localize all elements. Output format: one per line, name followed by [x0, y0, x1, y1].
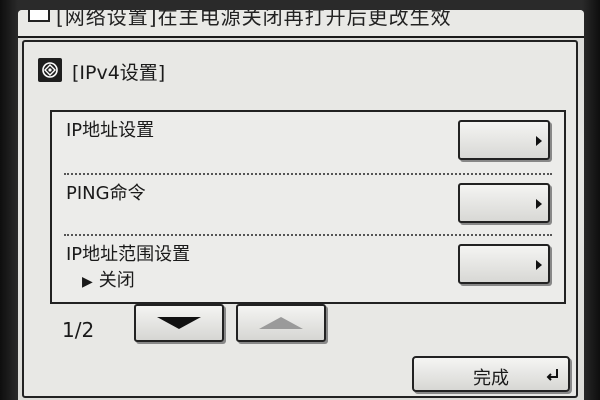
ip-address-settings-button[interactable] — [458, 120, 550, 160]
network-glyph — [42, 62, 58, 78]
notice-icon — [28, 10, 50, 22]
notice-bar: [网络设置]在主电源关闭再打开后更改生效 — [18, 10, 584, 38]
arrow-down-icon — [157, 317, 201, 329]
list-item-ping: PING命令 — [52, 175, 564, 235]
scroll-up-button[interactable] — [236, 304, 326, 342]
chevron-right-icon — [536, 260, 542, 270]
enter-icon — [546, 369, 558, 381]
page-title: [IPv4设置] — [72, 62, 166, 84]
ipv4-settings-panel: [IPv4设置] IP地址设置 PING命令 IP地址范围设置 ▶ 关闭 1/2… — [22, 40, 578, 398]
done-button[interactable]: 完成 — [412, 356, 570, 392]
settings-list: IP地址设置 PING命令 IP地址范围设置 ▶ 关闭 — [50, 110, 566, 304]
row-label: IP地址设置 — [66, 120, 155, 141]
row-label: PING命令 — [66, 183, 146, 204]
ping-command-button[interactable] — [458, 183, 550, 223]
network-settings-icon — [38, 58, 62, 82]
row-status: ▶ 关闭 — [82, 266, 135, 292]
triangle-right-icon: ▶ — [82, 274, 93, 290]
arrow-up-icon — [259, 317, 303, 329]
ip-range-settings-button[interactable] — [458, 244, 550, 284]
list-item-ip-address: IP地址设置 — [52, 112, 564, 172]
row-label: IP地址范围设置 — [66, 244, 191, 265]
list-item-ip-range: IP地址范围设置 ▶ 关闭 — [52, 236, 564, 296]
page-indicator: 1/2 — [62, 318, 95, 342]
chevron-right-icon — [536, 199, 542, 209]
notice-text: [网络设置]在主电源关闭再打开后更改生效 — [56, 10, 452, 29]
done-label: 完成 — [473, 368, 509, 389]
lcd-screen: [网络设置]在主电源关闭再打开后更改生效 [IPv4设置] IP地址设置 PIN… — [18, 10, 584, 400]
row-status-value: 关闭 — [98, 270, 135, 291]
scroll-down-button[interactable] — [134, 304, 224, 342]
chevron-right-icon — [536, 136, 542, 146]
